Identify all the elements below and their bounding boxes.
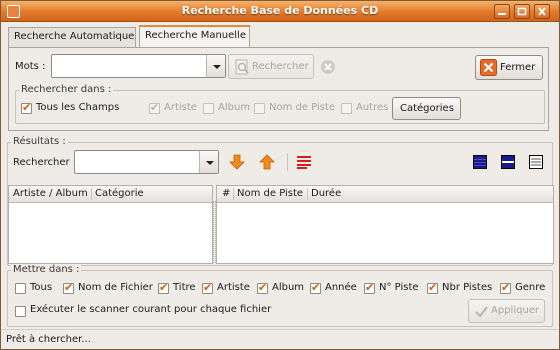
nbr-pistes-label: Nbr Pistes	[442, 282, 493, 293]
album-checkbox[interactable]	[257, 281, 268, 294]
clear-icon[interactable]	[320, 59, 336, 75]
albums-list[interactable]: Artiste / Album Catégorie	[8, 185, 213, 264]
column-number[interactable]: #	[222, 188, 230, 199]
numero-piste-label: N° Piste	[379, 282, 419, 293]
artiste-label: Artiste	[164, 102, 197, 113]
nom-de-fichier-checkbox[interactable]	[63, 281, 74, 294]
search-button-label: Rechercher	[252, 61, 309, 72]
tab-recherche-manuelle[interactable]: Recherche Manuelle	[139, 25, 250, 47]
toolbar-separator	[287, 153, 288, 171]
tous-les-champs-checkbox[interactable]	[21, 101, 32, 114]
autres-checkbox[interactable]	[341, 103, 352, 114]
tous-checkbox[interactable]	[15, 283, 26, 294]
close-button[interactable]: Fermer	[475, 55, 543, 80]
titre-checkbox[interactable]	[158, 281, 169, 294]
apply-button[interactable]: Appliquer	[468, 299, 545, 323]
nom-de-piste-label: Nom de Piste	[269, 102, 336, 113]
mots-label: Mots :	[15, 61, 46, 72]
tab-recherche-automatique[interactable]: Recherche Automatique	[8, 27, 136, 47]
close-window-button[interactable]	[534, 4, 550, 19]
maximize-button[interactable]	[514, 4, 530, 19]
albums-list-header: Artiste / Album Catégorie	[9, 186, 212, 203]
chevron-down-icon[interactable]	[206, 55, 225, 77]
tous-les-champs-label: Tous les Champs	[36, 102, 120, 113]
chevron-down-icon[interactable]	[199, 151, 218, 173]
mettre-dans-label: Mettre dans :	[11, 264, 82, 275]
artiste-label: Artiste	[217, 282, 250, 293]
close-icon	[538, 7, 546, 16]
column-separator	[307, 188, 308, 200]
minimize-icon	[498, 13, 506, 15]
nom-de-piste-checkbox[interactable]	[254, 103, 265, 114]
nbr-pistes-checkbox[interactable]	[427, 281, 438, 294]
column-nom-de-piste[interactable]: Nom de Piste	[237, 188, 303, 199]
column-separator	[233, 188, 234, 200]
tous-label: Tous	[30, 282, 53, 293]
rechercher-label: Rechercher :	[13, 157, 77, 168]
check-icon	[475, 306, 488, 318]
status-bar: Prêt à chercher...	[2, 329, 558, 349]
artiste-checkbox[interactable]	[202, 281, 213, 294]
close-button-label: Fermer	[500, 62, 536, 73]
tab-panel: Mots : Rechercher Fermer Rechercher dans…	[8, 47, 549, 131]
column-categorie[interactable]: Catégorie	[95, 188, 144, 199]
apply-button-label: Appliquer	[491, 305, 540, 316]
arrow-up-icon[interactable]	[259, 154, 275, 170]
album-label: Album	[272, 282, 305, 293]
annee-label: Année	[325, 282, 357, 293]
tab-label: Recherche Automatique	[14, 31, 135, 42]
window-title: Recherche Base de Données CD	[181, 4, 379, 17]
tab-label: Recherche Manuelle	[145, 30, 246, 41]
resultats-label: Résultats :	[11, 136, 68, 147]
artiste-checkbox[interactable]	[149, 101, 160, 114]
album-checkbox[interactable]	[203, 103, 214, 114]
maximize-icon	[517, 7, 527, 16]
rechercher-combobox[interactable]	[74, 150, 219, 174]
nom-de-fichier-label: Nom de Fichier	[78, 282, 153, 293]
mots-combobox[interactable]	[51, 54, 226, 78]
column-artiste-album[interactable]: Artiste / Album	[13, 188, 88, 199]
list-icon[interactable]	[296, 155, 312, 169]
tracks-list-header: # Nom de Piste Durée	[217, 186, 553, 203]
column-separator	[91, 188, 92, 200]
scanner-label: Exécuter le scanner courant pour chaque …	[30, 304, 272, 315]
close-icon	[480, 59, 497, 76]
view-list-icon[interactable]	[529, 155, 543, 169]
arrow-down-icon[interactable]	[229, 154, 245, 170]
tracks-list[interactable]: # Nom de Piste Durée	[216, 185, 554, 264]
status-text: Prêt à chercher...	[6, 334, 91, 345]
genre-label: Genre	[515, 282, 546, 293]
annee-checkbox[interactable]	[310, 281, 321, 294]
rechercher-dans-label: Rechercher dans :	[19, 84, 114, 95]
autres-label: Autres	[356, 102, 389, 113]
title-bar: Recherche Base de Données CD	[1, 1, 559, 22]
view-split-icon[interactable]	[501, 155, 515, 169]
search-button[interactable]: Rechercher	[228, 54, 314, 79]
album-label: Album	[218, 102, 251, 113]
categories-button-label: Catégories	[400, 103, 454, 114]
main-window: Recherche Base de Données CD Recherche A…	[0, 0, 560, 350]
categories-button[interactable]: Catégories	[392, 97, 461, 120]
view-full-icon[interactable]	[473, 155, 487, 169]
titre-label: Titre	[173, 282, 196, 293]
genre-checkbox[interactable]	[500, 281, 511, 294]
search-icon	[235, 59, 249, 75]
column-duree[interactable]: Durée	[311, 188, 341, 199]
minimize-button[interactable]	[494, 4, 510, 19]
numero-piste-checkbox[interactable]	[364, 281, 375, 294]
scanner-checkbox[interactable]	[15, 306, 26, 317]
